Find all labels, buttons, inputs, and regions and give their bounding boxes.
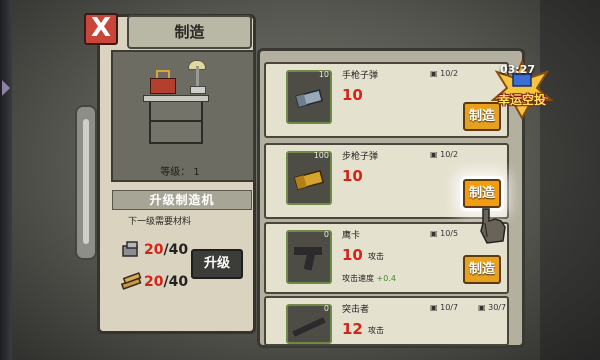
recipe-cost: ▣ 10/5 [430,229,459,238]
desk-body [149,102,203,144]
item-slot: 100 [286,151,332,205]
desk-shelf [151,120,201,122]
recipe-stat: 10 [342,167,363,185]
screen-edge [0,0,12,360]
recipe-cost-secondary: ▣ 30/7 [478,303,507,312]
wood-planks-icon [120,272,142,290]
recipe-cost: ▣ 10/7 [430,303,459,312]
upgrade-requirement-text: 下一级需要材料 [128,217,192,227]
slot-count: 0 [323,230,329,239]
pistol-icon [294,247,322,271]
recipe-stat: 12 [342,320,363,338]
recipe-name: 手枪子弹 [342,71,379,81]
material-need: /40 [163,242,189,258]
metal-parts-icon [122,241,138,257]
substat-value: +0.4 [376,274,396,283]
recipe-cost-value: 10/7 [440,303,459,312]
material-need: /40 [163,274,189,290]
left-scrollbar[interactable] [75,105,97,260]
recipe-name: 突击者 [342,305,370,315]
upgrade-button[interactable]: 升级 [191,249,243,279]
lamp-arm [196,66,199,88]
workbench-desk-icon [143,95,209,102]
item-slot: 0 [286,304,332,344]
recipe-cost: ▣ 10/2 [430,150,459,159]
recipe-name: 步枪子弹 [342,152,379,162]
recipe-card: 10 手枪子弹 10 ▣ 10/2 制造 [264,62,509,138]
slot-count: 100 [313,151,329,160]
side-arrow-icon[interactable] [2,80,10,96]
level-value: 1 [193,167,200,178]
background-overlay [540,0,600,360]
close-button[interactable]: X [84,13,118,45]
craft-button[interactable]: 制造 [463,255,501,284]
item-slot: 0 [286,230,332,284]
scrollbar-track [83,119,89,244]
pistol-ammo-icon [295,89,324,108]
recipe-substat: 攻击速度 +0.4 [342,273,396,284]
recipe-cost-value: 10/2 [440,150,459,159]
material-count: 20/40 [144,274,188,290]
recipe-card: 100 步枪子弹 10 ▣ 10/2 制造 [264,143,509,219]
tutorial-hand-icon [480,208,506,244]
upgrade-title: 升级制造机 [112,190,252,210]
level-label: 等级： [160,167,191,178]
lamp-base [190,86,206,94]
recipe-cost2-value: 30/7 [488,303,507,312]
airdrop-timer: 03:27 [500,63,536,76]
recipe-cost-value: 10/5 [440,229,459,238]
rifle-ammo-icon [293,169,325,191]
material-have: 20 [144,242,164,258]
recipe-stat: 10 [342,246,363,264]
recipe-stat-label: 攻击 [368,326,384,335]
slot-count: 0 [323,304,329,313]
workbench-level: 等级： 1 [140,163,220,178]
recipe-cost-value: 10/2 [440,69,459,78]
material-have: 20 [144,274,164,290]
recipe-name: 鹰卡 [342,231,361,241]
recipe-stat: 10 [342,86,363,104]
slot-count: 10 [318,70,329,79]
item-slot: 10 [286,70,332,124]
material-count: 20/40 [144,242,188,258]
recipe-cost: ▣ 10/2 [430,69,459,78]
toolbox-icon [150,78,176,94]
substat-label: 攻击速度 [342,274,374,283]
recipe-card: 0 鹰卡 10 攻击 攻击速度 +0.4 ▣ 10/5 制造 [264,222,509,294]
airdrop-label: 幸运空投 [497,93,546,107]
recipe-stat-label: 攻击 [368,252,384,261]
craft-button[interactable]: 制造 [463,179,501,208]
window-title: 制造 [127,15,252,49]
recipe-card: 0 突击者 12 攻击 ▣ 10/7 ▣ 30/7 [264,296,509,346]
